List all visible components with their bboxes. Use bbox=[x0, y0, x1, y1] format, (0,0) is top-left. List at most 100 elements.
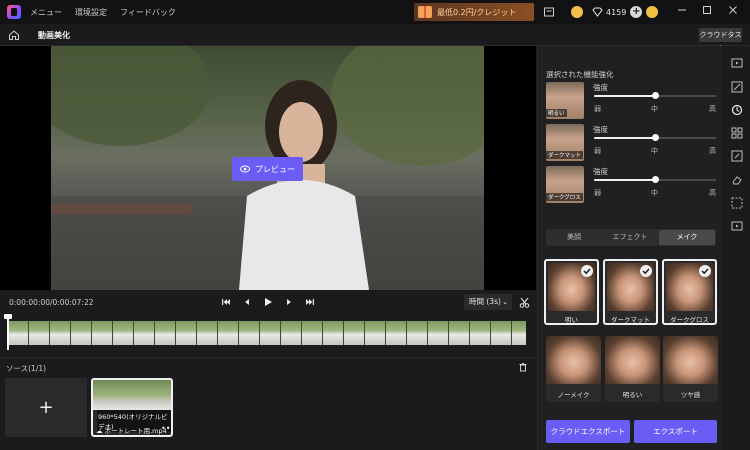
grid-icon[interactable] bbox=[731, 127, 743, 139]
intensity-label: 強度 bbox=[593, 167, 608, 176]
clip-name: ☁ ポートレート用.mp4 bbox=[96, 425, 167, 435]
intensity-label: 強度 bbox=[593, 125, 608, 134]
video-export-icon[interactable] bbox=[731, 220, 743, 232]
skip-start-icon[interactable] bbox=[221, 297, 231, 307]
select-icon[interactable] bbox=[731, 197, 743, 209]
clip-name-text: ポートレート用.mp4 bbox=[104, 427, 167, 435]
playhead[interactable] bbox=[4, 314, 12, 350]
edit-icon[interactable] bbox=[731, 150, 743, 162]
interval-select[interactable]: 時間 (3s) ⌄ bbox=[464, 294, 512, 310]
video-play-icon[interactable] bbox=[731, 57, 743, 69]
timeline-frame bbox=[50, 321, 71, 345]
timeline-frame bbox=[113, 321, 134, 345]
makeup-label: 明い bbox=[565, 316, 578, 324]
video-preview-area: プレビュー bbox=[0, 46, 536, 290]
makeup-label: ダークグロス bbox=[670, 316, 709, 324]
timeline-strip[interactable] bbox=[8, 321, 526, 345]
frame-back-icon[interactable] bbox=[242, 297, 252, 307]
makeup-option[interactable]: ツヤ感 bbox=[663, 336, 718, 402]
scale-low: 弱 bbox=[594, 147, 601, 155]
enhancement-thumbnail: ダークグロス bbox=[546, 166, 584, 203]
check-icon bbox=[581, 265, 593, 277]
makeup-label: 明るい bbox=[622, 391, 643, 399]
scale-high: 高 bbox=[709, 105, 716, 113]
menu-item-preferences[interactable]: 環境設定 bbox=[75, 7, 107, 18]
makeup-option[interactable]: 明い bbox=[544, 259, 599, 325]
slider-knob[interactable] bbox=[652, 134, 659, 141]
eraser-icon[interactable] bbox=[731, 174, 743, 186]
preview-button[interactable]: プレビュー bbox=[232, 157, 303, 181]
divider bbox=[0, 357, 536, 358]
cloud-export-button[interactable]: クラウドエクスポート bbox=[546, 420, 630, 443]
scale-mid: 中 bbox=[651, 105, 658, 113]
promo-banner[interactable]: 最低0.2円/クレジット bbox=[414, 3, 534, 21]
export-button[interactable]: エクスポート bbox=[634, 420, 717, 443]
menu-item-menu[interactable]: メニュー bbox=[30, 7, 62, 18]
trash-icon[interactable] bbox=[518, 362, 528, 372]
play-icon[interactable] bbox=[263, 297, 273, 307]
timeline-frame bbox=[218, 321, 239, 345]
cloud-icon: ☁ bbox=[96, 427, 103, 435]
frame-forward-icon[interactable] bbox=[284, 297, 294, 307]
chart-icon[interactable] bbox=[731, 81, 743, 93]
main-menu: メニュー 環境設定 フィードバック bbox=[30, 7, 189, 18]
minimize-button[interactable] bbox=[675, 5, 689, 19]
timeline-frame bbox=[449, 321, 470, 345]
clip-thumbnail bbox=[93, 380, 171, 410]
tool-strip bbox=[723, 46, 750, 450]
timeline-frame bbox=[365, 321, 386, 345]
more-options-button[interactable]: ••• bbox=[161, 424, 171, 433]
cloud-task-button[interactable]: クラウドタスク bbox=[699, 28, 742, 53]
avatar[interactable] bbox=[646, 6, 658, 18]
slider-knob[interactable] bbox=[652, 92, 659, 99]
add-source-button[interactable]: + bbox=[5, 378, 87, 437]
chevron-down-icon: ⌄ bbox=[502, 298, 508, 306]
intensity-label: 強度 bbox=[593, 83, 608, 92]
maximize-button[interactable] bbox=[700, 5, 714, 19]
eye-icon bbox=[240, 165, 250, 173]
check-icon bbox=[699, 265, 711, 277]
makeup-option[interactable]: ノーメイク bbox=[546, 336, 601, 402]
makeup-preview bbox=[663, 336, 718, 384]
playback-controls: 0:00:00:00/0:00:07:22 時間 (3s) ⌄ bbox=[0, 290, 536, 316]
gift-icon bbox=[418, 6, 432, 18]
source-clip[interactable]: 960*540(オリジナルビデオ) ☁ ポートレート用.mp4 ••• bbox=[91, 378, 173, 437]
add-credits-button[interactable]: + bbox=[630, 6, 643, 18]
timeline-frame bbox=[470, 321, 491, 345]
credits-count: 4159 bbox=[606, 7, 627, 17]
makeup-preview bbox=[605, 336, 660, 384]
intensity-slider[interactable] bbox=[594, 176, 716, 183]
makeup-option[interactable]: ダークグロス bbox=[662, 259, 717, 325]
menu-item-feedback[interactable]: フィードバック bbox=[120, 7, 176, 18]
makeup-option[interactable]: ダークマット bbox=[603, 259, 658, 325]
tab-effects[interactable]: エフェクト bbox=[602, 229, 658, 246]
promo-text: 最低0.2円/クレジット bbox=[437, 7, 517, 17]
intensity-slider[interactable] bbox=[594, 92, 716, 99]
timeline-frame bbox=[386, 321, 407, 345]
enhancement-row: ダークグロス 強度 弱 中 高 bbox=[546, 166, 718, 206]
scale-high: 高 bbox=[709, 189, 716, 197]
makeup-option[interactable]: 明るい bbox=[605, 336, 660, 402]
coin-icon[interactable] bbox=[571, 6, 583, 18]
scissors-icon[interactable] bbox=[519, 297, 530, 308]
notification-icon[interactable] bbox=[543, 6, 555, 18]
tab-beauty[interactable]: 美顔 bbox=[546, 229, 602, 246]
close-button[interactable] bbox=[726, 5, 740, 19]
preview-button-label: プレビュー bbox=[255, 164, 295, 174]
enhancement-row: ダークマット 強度 弱 中 高 bbox=[546, 124, 718, 164]
timeline-frame bbox=[197, 321, 218, 345]
slider-knob[interactable] bbox=[652, 176, 659, 183]
enhance-icon[interactable] bbox=[731, 104, 743, 116]
timeline-frame bbox=[134, 321, 155, 345]
intensity-slider[interactable] bbox=[594, 134, 716, 141]
tab-makeup[interactable]: メイク bbox=[659, 230, 715, 245]
interval-select-value: 時間 (3s) bbox=[469, 297, 501, 306]
timeline-frame bbox=[512, 321, 526, 345]
timeline-frame bbox=[8, 321, 29, 345]
home-icon[interactable] bbox=[8, 29, 20, 41]
timeline-frame bbox=[176, 321, 197, 345]
scale-mid: 中 bbox=[651, 189, 658, 197]
makeup-label: ツヤ感 bbox=[680, 391, 701, 399]
timeline-frame bbox=[428, 321, 449, 345]
skip-end-icon[interactable] bbox=[305, 297, 315, 307]
